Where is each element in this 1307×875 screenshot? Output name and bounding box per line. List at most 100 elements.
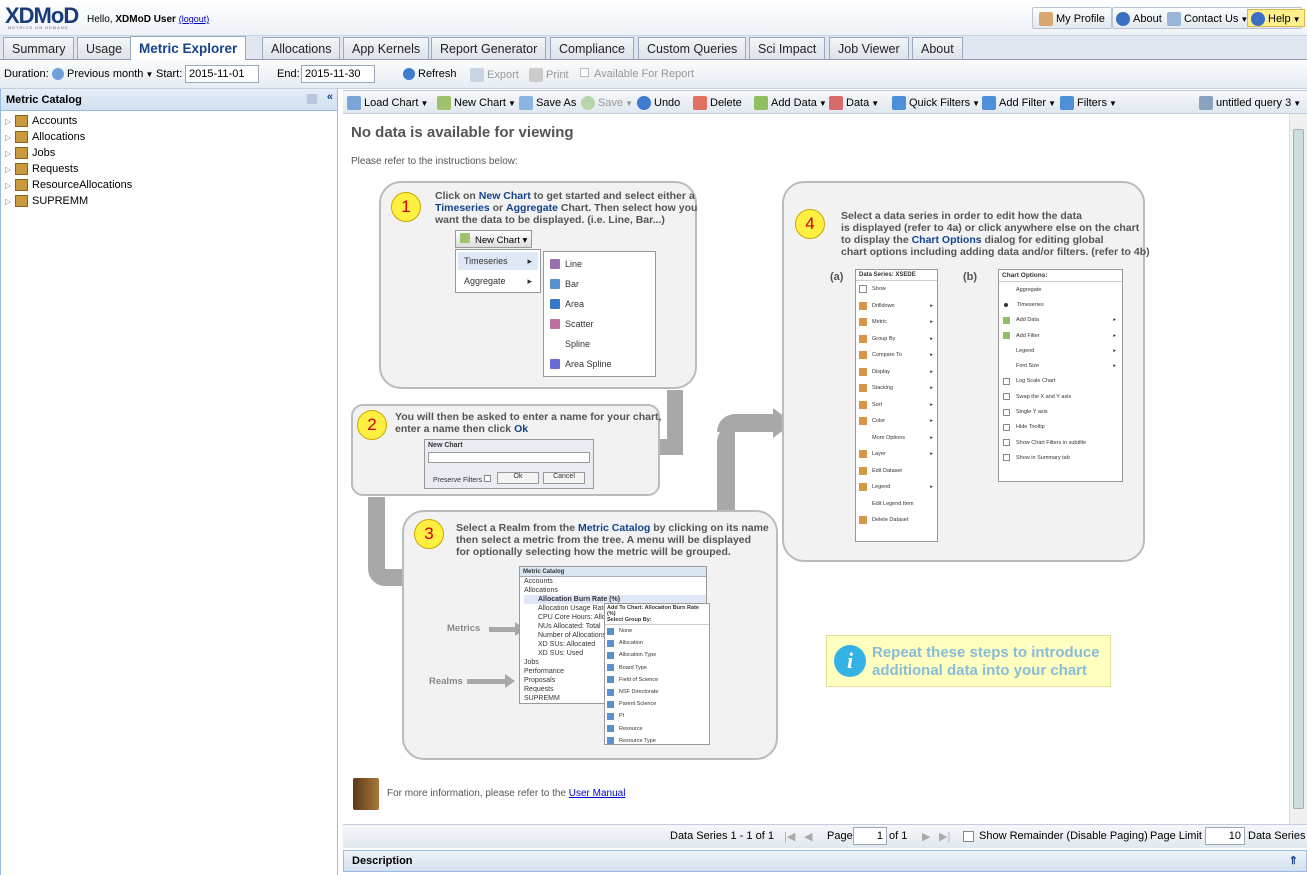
mini-sub-label: Area [565,299,585,309]
add-filter-button[interactable]: Add Filter ▼ [982,96,1056,110]
load-chart-button[interactable]: Load Chart ▼ [347,96,428,110]
save-button[interactable]: Save ▼ [581,96,633,110]
my-profile-button[interactable]: My Profile [1032,7,1112,29]
ds-icon [859,466,867,475]
page-limit-input[interactable]: 10 [1205,827,1245,845]
mini-group-label: Field of Science [619,676,659,683]
co-icon [1003,393,1010,401]
delete-button[interactable]: Delete [693,96,742,110]
contact-us-button[interactable]: Contact Us ▼ [1167,12,1248,26]
mini-co-item: Aggregate [999,282,1122,297]
start-date-input[interactable]: 2015-11-01 [185,65,259,83]
ds-icon [859,334,867,343]
book-icon [353,778,379,810]
main-tabs: Summary Usage Metric Explorer Allocation… [0,36,1307,60]
add-data-button[interactable]: Add Data ▼ [754,96,827,110]
tree-item-label: Accounts [32,115,78,127]
refresh-button[interactable]: Refresh [403,68,457,81]
scrollbar-thumb[interactable] [1293,129,1304,809]
tab-summary[interactable]: Summary [3,37,75,59]
page-input[interactable]: 1 [853,827,887,845]
mini-menu-timeseries: Timeseries ▸ [458,252,538,270]
tree-item-requests[interactable]: ▷ Requests [1,161,337,177]
tree-item-accounts[interactable]: ▷ Accounts [1,113,337,129]
start-label: Start: [156,68,183,80]
next-page-icon[interactable]: ▶ [922,830,930,843]
export-button[interactable]: Export [470,68,519,82]
step1-text: Click on New Chart to get started and se… [435,190,697,226]
last-page-icon[interactable]: ▶| [939,830,950,843]
mini-menu-label: Aggregate [464,276,506,286]
mini-sub-label: Line [565,259,583,269]
calendar-icon[interactable] [262,67,276,81]
mini-co-label: Add Data [1016,317,1039,324]
mini-sub-label: Bar [565,279,580,289]
tab-allocations[interactable]: Allocations [262,37,341,59]
ds-icon [859,500,867,508]
line-chart-icon [550,259,560,269]
duration-select[interactable]: Previous month ▼ [52,68,153,81]
description-title: Description [352,855,413,867]
print-icon [529,68,543,82]
s1-t4: Chart. Then select how you [557,202,698,214]
s1-t3: or [489,202,507,214]
data-button[interactable]: Data ▼ [829,96,879,110]
tab-job-viewer[interactable]: Job Viewer [829,37,909,59]
first-page-icon[interactable]: |◀ [784,830,795,843]
mini-preserve-label: Preserve Filters [433,477,483,484]
mini-chart-options-menu: Chart Options: Aggregate Timeseries Add Da… [998,269,1123,482]
mini-ds-item: Compare To ▸ [856,347,937,364]
logout-link[interactable]: (logout) [179,14,210,24]
available-for-report-checkbox[interactable]: Available For Report [580,68,694,80]
tree-item-resourceallocations[interactable]: ▷ ResourceAllocations [1,177,337,193]
vertical-scrollbar[interactable] [1289,114,1307,824]
mini-line: Line [544,254,655,274]
user-manual-link[interactable]: User Manual [569,788,626,799]
group-icon [607,627,614,635]
mini-ds-item: Sort ▸ [856,397,937,414]
data-label: Data [846,96,870,109]
new-chart-button[interactable]: New Chart ▼ [437,96,516,110]
tree-item-allocations[interactable]: ▷ Allocations [1,129,337,145]
help-button[interactable]: Help ▼ [1247,9,1305,27]
group-icon [607,712,614,720]
tree-item-supremm[interactable]: ▷ SUPREMM [1,193,337,209]
tab-metric-explorer[interactable]: Metric Explorer [130,36,247,60]
pin-icon[interactable] [307,94,317,104]
filters-button[interactable]: Filters ▼ [1060,96,1117,110]
tree-item-jobs[interactable]: ▷ Jobs [1,145,337,161]
mini-ds-label: Compare To [872,352,902,359]
realms-arrow-head [505,674,515,688]
expand-icon[interactable]: ⇑ [1289,854,1298,867]
mini-co-label: Show in Summary tab [1016,454,1070,461]
about-button[interactable]: About [1116,12,1162,26]
ds-icon [859,301,867,310]
checkbox-icon [963,830,974,842]
collapse-icon[interactable]: « [327,91,333,103]
description-panel[interactable]: Description ⇑ [343,850,1307,872]
tab-about[interactable]: About [912,37,963,59]
mini-ds-label: Layer [872,451,886,458]
print-button[interactable]: Print [529,68,569,82]
tab-custom-queries[interactable]: Custom Queries [638,37,747,59]
s4-t3b: Chart Options [911,234,982,246]
tab-sci-impact[interactable]: Sci Impact [749,37,826,59]
step4-number: 4 [795,209,825,239]
load-chart-label: Load Chart [364,96,419,109]
show-remainder-checkbox[interactable]: Show Remainder (Disable Paging) [963,830,1148,842]
tab-usage[interactable]: Usage [77,37,132,59]
tree-item-label: Jobs [32,147,56,159]
prev-page-icon[interactable]: ◀ [804,830,812,843]
realm-icon [15,163,28,175]
mini-group-label: NSF Directorate [619,689,659,696]
tab-compliance[interactable]: Compliance [550,37,635,59]
end-date-input[interactable]: 2015-11-30 [301,65,375,83]
s2-t2: enter a name then click [395,423,515,435]
save-as-button[interactable]: Save As [519,96,576,110]
tab-report-generator[interactable]: Report Generator [431,37,547,59]
query-menu-button[interactable]: untitled query 3 ▼ [1199,96,1301,110]
add-data-label: Add Data [771,96,817,109]
tab-app-kernels[interactable]: App Kernels [343,37,430,59]
undo-button[interactable]: Undo [637,96,680,110]
quick-filters-button[interactable]: Quick Filters ▼ [892,96,980,110]
